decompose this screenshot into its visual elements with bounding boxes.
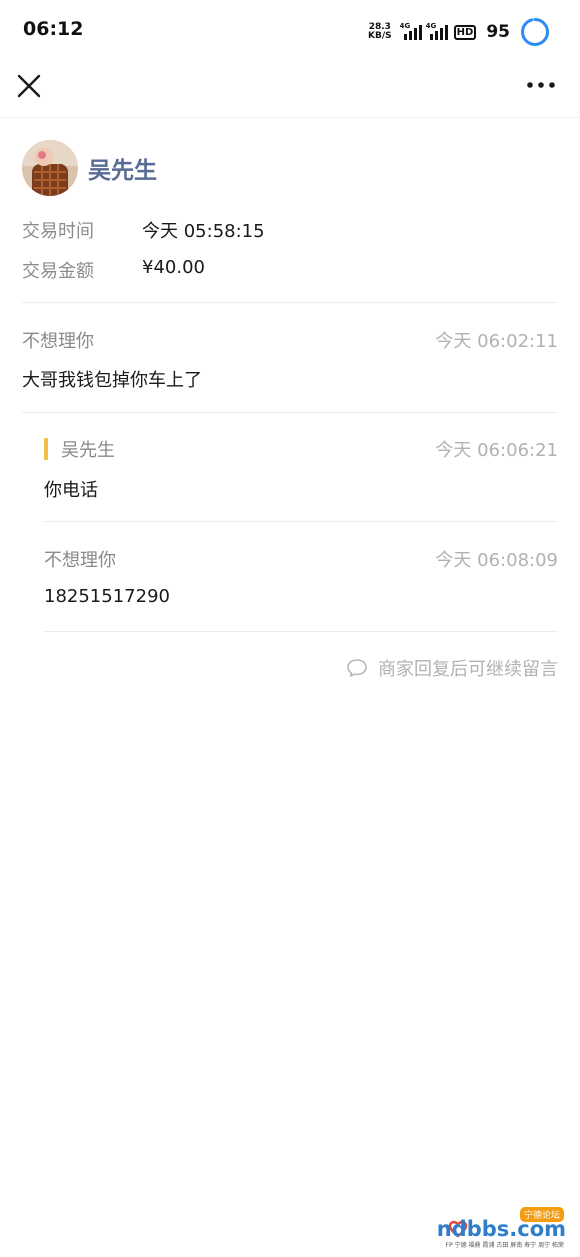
- message-sender: 不想理你: [22, 331, 94, 352]
- battery-ring-icon: [521, 18, 549, 46]
- status-time: 06:12: [23, 18, 84, 40]
- transaction-time-value: 今天 05:58:15: [142, 221, 265, 242]
- watermark-logo-text: ndbbs.com: [436, 1217, 566, 1241]
- divider: [22, 412, 558, 413]
- transaction-amount-value: ¥40.00: [142, 257, 205, 278]
- message-text: 大哥我钱包掉你车上了: [22, 370, 202, 391]
- battery-percentage: 95: [486, 22, 510, 42]
- avatar[interactable]: [22, 140, 78, 196]
- hint-text: 商家回复后可继续留言: [378, 659, 558, 680]
- divider: [44, 521, 558, 522]
- more-options-button[interactable]: [524, 74, 558, 96]
- status-indicators: 28.3 KB/S 4G 4G HD 95: [368, 12, 550, 52]
- top-navigation: [0, 62, 580, 118]
- signal-tag: 4G: [399, 22, 411, 30]
- hd-voice-icon: HD: [453, 24, 477, 40]
- status-bar: 06:12 28.3 KB/S 4G 4G HD 95: [0, 0, 580, 62]
- network-speed: 28.3 KB/S: [368, 23, 392, 41]
- divider: [44, 631, 558, 632]
- transaction-time-label: 交易时间: [22, 221, 94, 242]
- network-speed-unit: KB/S: [368, 31, 392, 41]
- message-time: 今天 06:02:11: [435, 331, 558, 352]
- message-detail-page: 06:12 28.3 KB/S 4G 4G HD 95 吴先生 交易时间 今天 …: [0, 0, 580, 1257]
- reply-text: 你电话: [44, 480, 98, 501]
- signal-tag-2: 4G: [425, 22, 437, 30]
- more-dots-icon: [527, 82, 555, 88]
- watermark-subtitle: FP 宁德 福鼎 霞浦 古田 屏南 寿宁 周宁 柘荣: [445, 1242, 564, 1249]
- close-icon: [17, 74, 41, 98]
- message-sender: 不想理你: [44, 550, 116, 571]
- divider: [22, 302, 558, 303]
- reply-time: 今天 06:06:21: [435, 440, 558, 461]
- watermark: 宁德论坛 ndbbs.com FP 宁德 福鼎 霞浦 古田 屏南 寿宁 周宁 柘…: [437, 1207, 566, 1249]
- signal-icon: 4G: [400, 22, 422, 42]
- close-button[interactable]: [15, 72, 43, 100]
- signal-icon-2: 4G: [426, 22, 448, 42]
- continue-message-hint: 商家回复后可继续留言: [346, 655, 558, 681]
- message-time: 今天 06:08:09: [435, 550, 558, 571]
- transaction-amount-label: 交易金额: [22, 261, 94, 282]
- reply-sender: 吴先生: [61, 440, 115, 461]
- merchant-name[interactable]: 吴先生: [88, 151, 157, 185]
- reply-marker: [44, 438, 48, 460]
- avatar-image: [22, 140, 78, 196]
- message-text: 18251517290: [44, 586, 170, 607]
- comment-icon: [347, 659, 367, 677]
